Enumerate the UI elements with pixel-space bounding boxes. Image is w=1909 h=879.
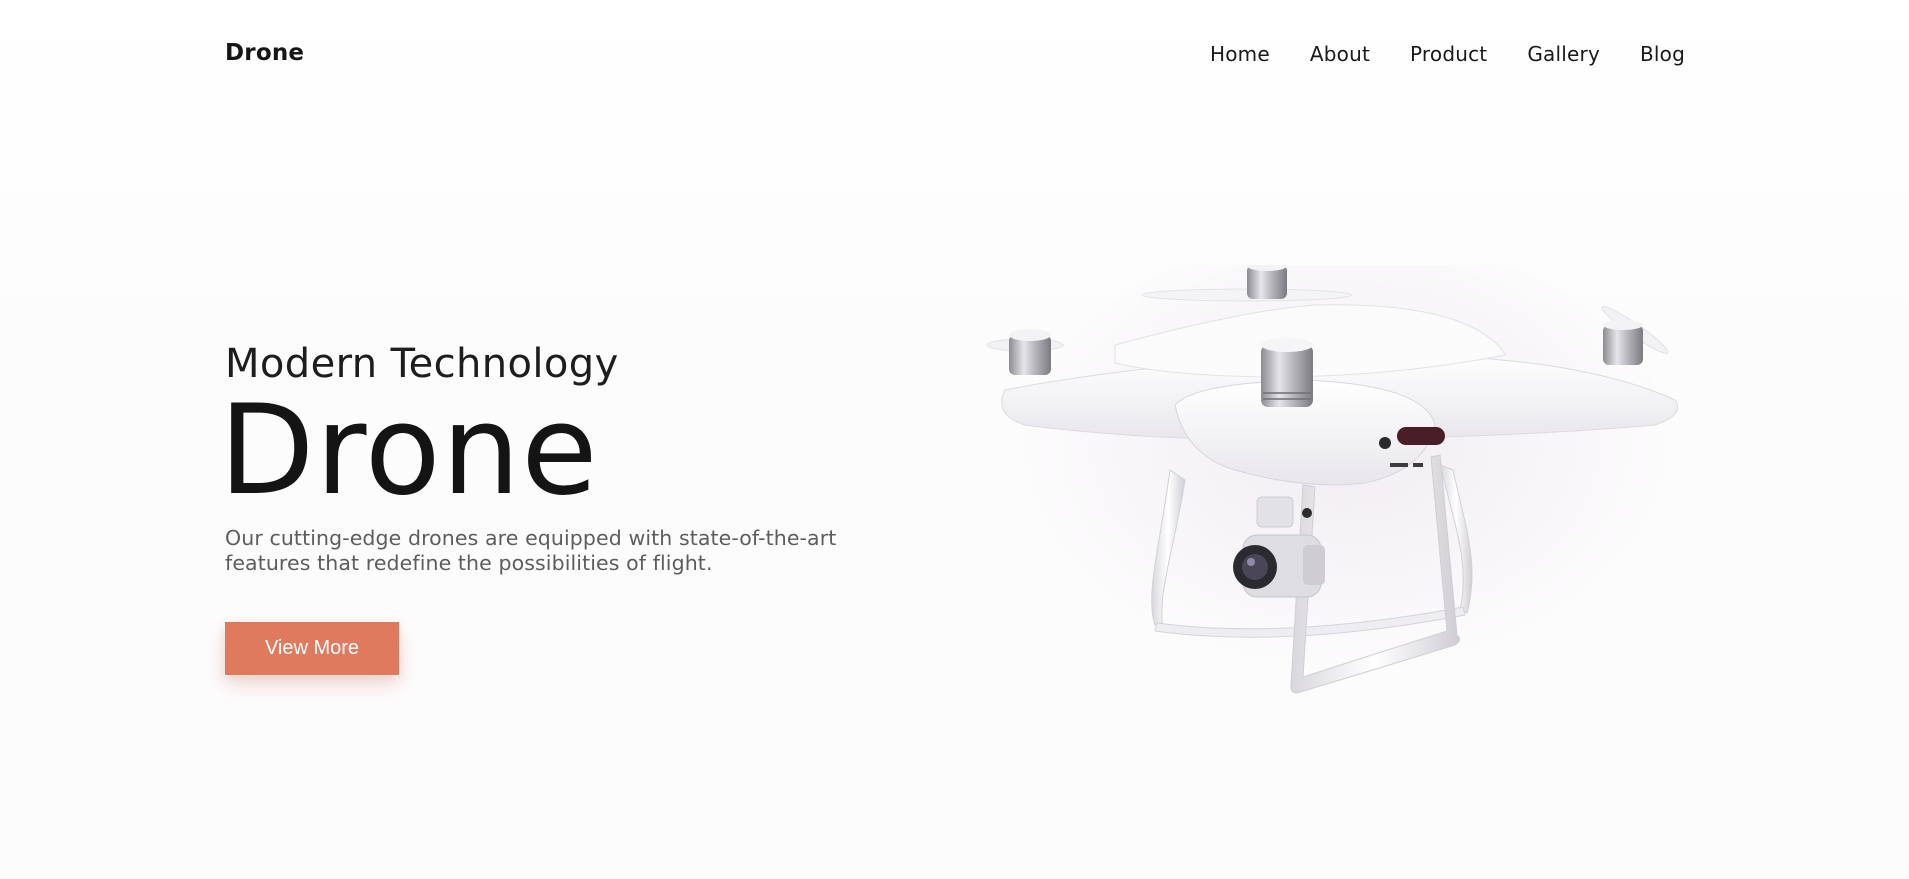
hero-description: Our cutting-edge drones are equipped wit…	[225, 526, 837, 575]
view-more-button[interactable]: View More	[225, 622, 399, 675]
hero-title: Drone	[219, 379, 599, 523]
nav-links: Home About Product Gallery Blog	[1210, 42, 1685, 66]
nav-link-home[interactable]: Home	[1210, 42, 1270, 66]
nav-link-product[interactable]: Product	[1410, 42, 1487, 66]
hero-text: Modern Technology Drone Our cutting-edge…	[219, 338, 945, 576]
drone-image	[985, 265, 1705, 745]
nav-link-about[interactable]: About	[1310, 42, 1370, 66]
page: Drone Home About Product Gallery Blog Mo…	[0, 0, 1909, 879]
nav-link-blog[interactable]: Blog	[1640, 42, 1685, 66]
navbar: Drone Home About Product Gallery Blog	[225, 36, 1685, 74]
nav-link-gallery[interactable]: Gallery	[1527, 42, 1600, 66]
brand-logo[interactable]: Drone	[225, 40, 304, 66]
